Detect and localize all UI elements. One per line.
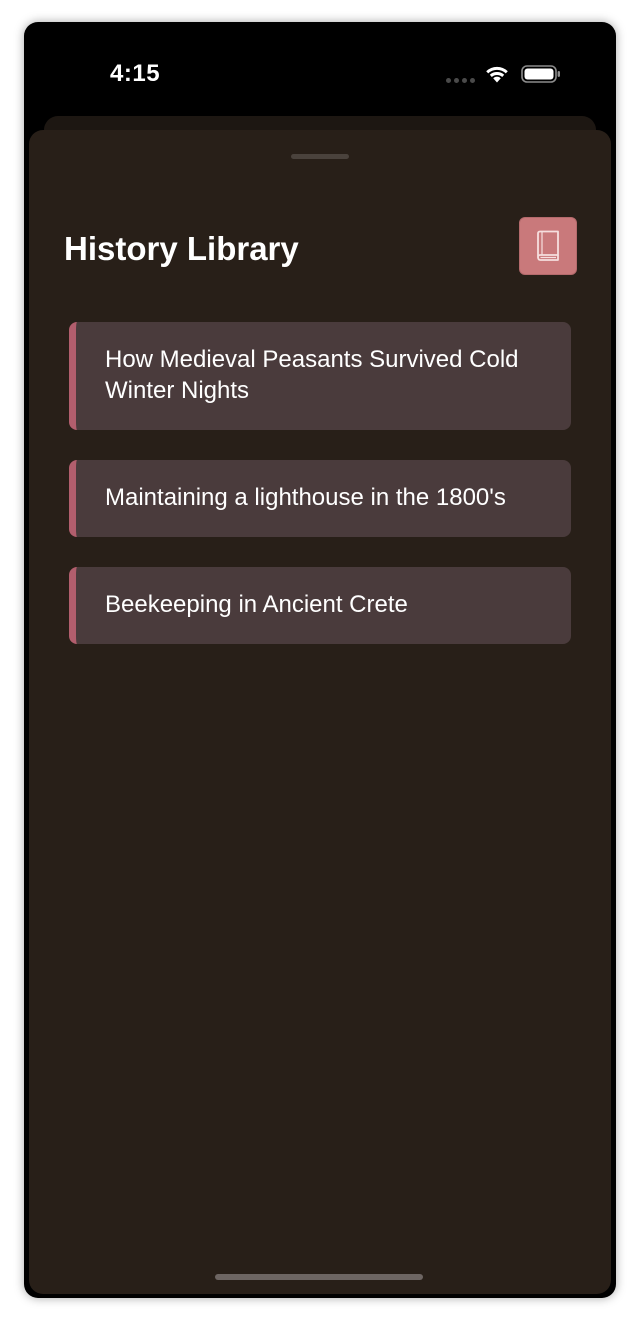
wifi-icon <box>486 66 508 83</box>
page-title: History Library <box>64 230 299 267</box>
battery-icon <box>521 65 560 83</box>
book-title: How Medieval Peasants Survived Cold Wint… <box>105 346 519 404</box>
cellular-signal-icon <box>446 78 475 83</box>
phone-screen: 4:15 History Library How Medieval Peasan… <box>24 22 616 1298</box>
sheet-grabber[interactable] <box>291 154 349 159</box>
book-title: Maintaining a lighthouse in the 1800's <box>105 484 506 511</box>
library-sheet: History Library How Medieval Peasants Su… <box>29 130 611 1294</box>
book-title: Beekeeping in Ancient Crete <box>105 591 408 618</box>
book-list: How Medieval Peasants Survived Cold Wint… <box>69 322 571 674</box>
list-item[interactable]: Maintaining a lighthouse in the 1800's <box>69 460 571 537</box>
book-icon <box>537 230 559 261</box>
list-item[interactable]: How Medieval Peasants Survived Cold Wint… <box>69 322 571 430</box>
library-book-button[interactable] <box>519 217 577 275</box>
home-indicator[interactable] <box>215 1274 423 1280</box>
list-item[interactable]: Beekeeping in Ancient Crete <box>69 567 571 644</box>
status-bar: 4:15 <box>24 22 616 122</box>
status-time: 4:15 <box>110 60 161 87</box>
